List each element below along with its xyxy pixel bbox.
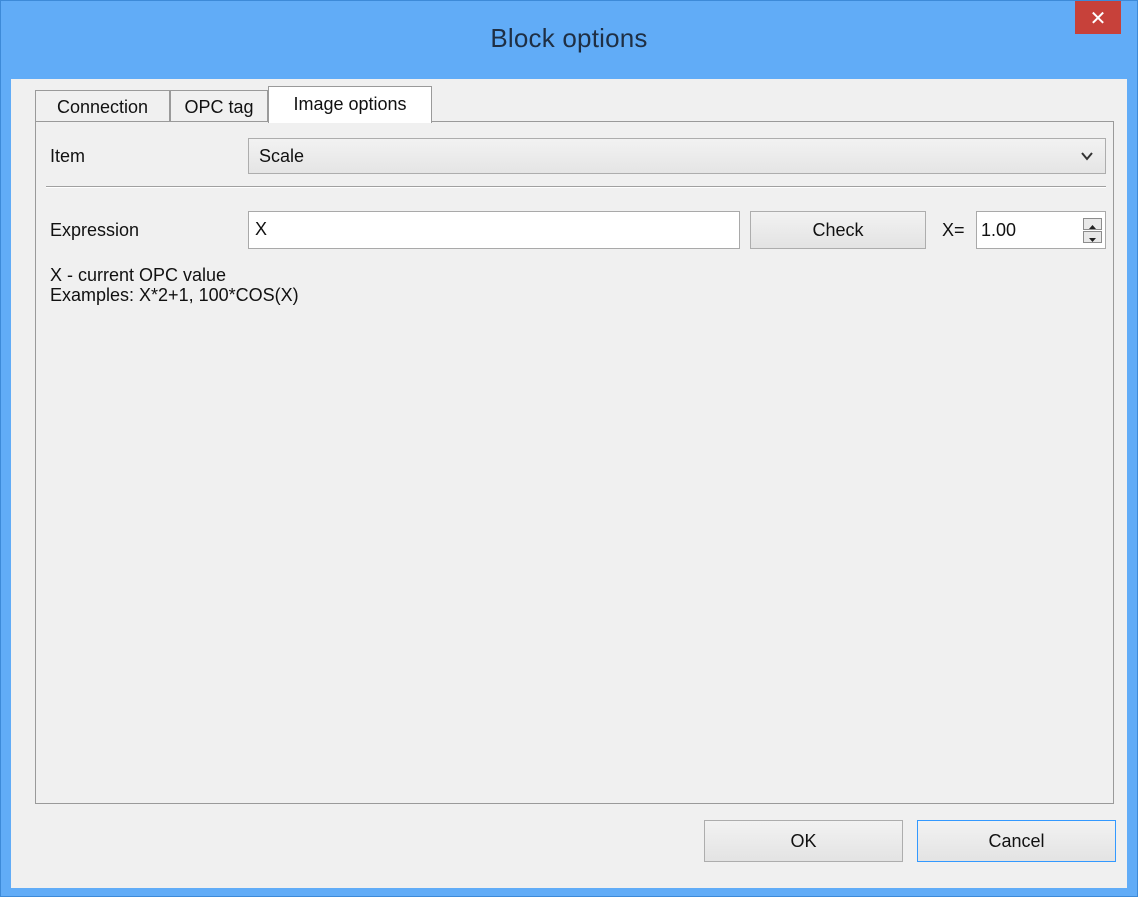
tab-connection[interactable]: Connection (35, 90, 170, 121)
dialog-title: Block options (490, 23, 648, 53)
spin-up-icon[interactable] (1083, 218, 1102, 230)
x-value-field[interactable]: 1.00 (976, 211, 1106, 249)
tab-opc-tag[interactable]: OPC tag (170, 90, 268, 121)
spin-down-icon[interactable] (1083, 231, 1102, 243)
tab-label: OPC tag (184, 97, 254, 117)
expression-label: Expression (50, 220, 140, 240)
tab-label: Image options (293, 94, 407, 114)
dialog-window: Block options ✕ Connection OPC tag Image… (0, 0, 1138, 897)
tab-image-options[interactable]: Image options (268, 86, 432, 123)
expression-input[interactable]: X (248, 211, 740, 249)
title-bar[interactable]: Block options ✕ (1, 1, 1137, 79)
hint-line-1: X - current OPC value (50, 265, 227, 285)
ok-button[interactable]: OK (704, 820, 903, 862)
chevron-down-icon (1081, 152, 1093, 161)
x-value-label: X= (942, 220, 965, 240)
tab-label: Connection (56, 97, 149, 117)
item-label: Item (50, 146, 86, 166)
check-button[interactable]: Check (750, 211, 926, 249)
hint-line-2: Examples: X*2+1, 100*COS(X) (50, 285, 299, 305)
x-value: 1.00 (981, 220, 1017, 240)
item-select[interactable]: Scale (248, 138, 1106, 174)
close-button[interactable]: ✕ (1075, 1, 1121, 34)
image-options-panel: Item Scale Expression X Check X= 1.00 X … (35, 121, 1114, 804)
divider (46, 186, 1106, 188)
item-select-value: Scale (259, 146, 305, 166)
close-icon: ✕ (1089, 5, 1107, 30)
dialog-client-area: Connection OPC tag Image options Item Sc… (11, 79, 1127, 888)
x-value-spinner[interactable] (1083, 218, 1102, 243)
cancel-button[interactable]: Cancel (917, 820, 1116, 862)
